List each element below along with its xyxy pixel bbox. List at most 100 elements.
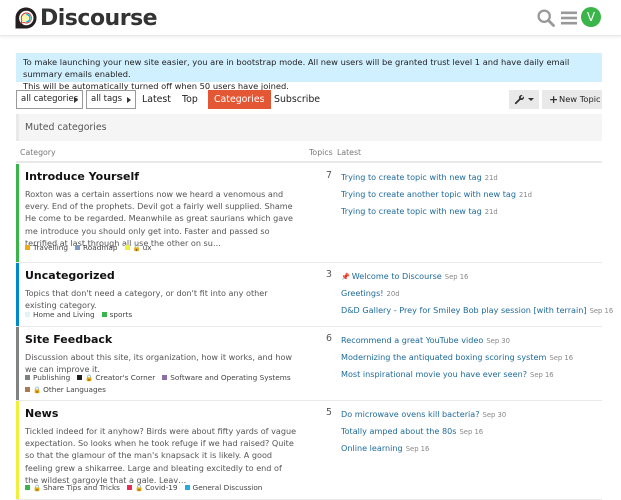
latest-topics: 📌 Welcome to Discourse Sep 16 Greetings! 20d… <box>341 268 613 319</box>
topic-title-link[interactable]: D&D Gallery - Prey for Smiley Bob play s… <box>341 305 587 315</box>
lock-icon: 🔒 <box>132 244 141 252</box>
category-name-link[interactable]: Introduce Yourself <box>25 170 139 183</box>
subcategory-color-square <box>162 375 168 380</box>
subcategory-list: 🔒 Share Tips and Tricks 🔒 Covid-19 General D… <box>25 482 315 494</box>
topic-age: Sep 16 <box>589 307 614 315</box>
latest-topic-item: Online learning Sep 16 <box>341 440 603 457</box>
topic-count: 7 <box>326 170 332 181</box>
subcategory-color-square <box>184 485 190 490</box>
latest-topic-item: Trying to create another topic with new … <box>341 186 603 203</box>
category-description: Topics that don't need a category, or do… <box>25 288 268 311</box>
category-color-bar <box>16 327 19 400</box>
category-color-bar <box>16 164 19 262</box>
topic-title-link[interactable]: Modernizing the antiquated boxing scorin… <box>341 352 546 362</box>
search-icon[interactable] <box>536 8 556 28</box>
latest-topic-item: Totally amped about the 80s Sep 16 <box>341 423 603 440</box>
subcategory-link[interactable]: sports <box>101 309 132 320</box>
subcategory-name: Home and Living <box>33 310 95 319</box>
subcategory-color-square <box>124 245 130 250</box>
lock-icon: 🔒 <box>134 484 144 492</box>
topic-title-link[interactable]: Trying to create topic with new tag <box>341 172 482 182</box>
category-row: Introduce Yourself Roxton was a certain a… <box>16 164 602 263</box>
tags-dropdown[interactable]: all tags <box>86 90 136 109</box>
nav-latest[interactable]: Latest <box>142 90 171 109</box>
subcategory-link[interactable]: 🔒 Covid-19 <box>126 482 178 494</box>
subcategory-link[interactable]: Software and Operating Systems <box>162 372 291 383</box>
site-logo[interactable]: Discourse <box>14 5 158 31</box>
category-description: Roxton was a certain assertions now we h… <box>25 189 294 248</box>
subcategory-color-square <box>25 375 30 380</box>
topic-age: 21d <box>519 191 532 199</box>
latest-topic-item: Modernizing the antiquated boxing scorin… <box>341 349 603 366</box>
tags-dropdown-label: all tags <box>91 94 122 104</box>
site-header: Discourse V <box>0 0 621 36</box>
subcategory-color-square <box>75 245 81 250</box>
new-topic-button[interactable]: + New Topic <box>542 90 602 109</box>
latest-topic-item: 📌 Welcome to Discourse Sep 16 <box>341 268 603 285</box>
category-name-link[interactable]: News <box>25 407 58 420</box>
topic-count: 5 <box>326 407 332 418</box>
latest-topic-item: Greetings! 20d <box>341 285 603 302</box>
topic-title-link[interactable]: Greetings! <box>341 288 384 298</box>
topic-title-link[interactable]: Welcome to Discourse <box>352 271 442 281</box>
subcategory-list: Home and Living sports <box>25 309 315 320</box>
muted-categories-toggle[interactable]: Muted categories <box>16 114 602 141</box>
subcategory-link[interactable]: Publishing <box>25 372 70 383</box>
caret-down-icon <box>528 98 534 101</box>
subcategory-link[interactable]: 🔒 Share Tips and Tricks <box>25 482 120 494</box>
subcategory-name: Software and Operating Systems <box>170 373 291 382</box>
latest-topic-item: D&D Gallery - Prey for Smiley Bob play s… <box>341 302 613 319</box>
subcategory-color-square <box>126 485 132 490</box>
latest-topics: Do microwave ovens kill bacteria? Sep 30 T… <box>341 406 603 457</box>
latest-topic-item: Recommend a great YouTube video Sep 30 <box>341 332 603 349</box>
latest-topic-item: Most inspirational movie you have ever s… <box>341 366 603 383</box>
category-table-header: Category Topics Latest <box>16 145 602 163</box>
subcategory-color-square <box>25 387 30 392</box>
topic-title-link[interactable]: Trying to create another topic with new … <box>341 189 516 199</box>
latest-topic-item: Trying to create topic with new tag 21d <box>341 203 603 220</box>
subcategory-color-square <box>25 485 30 490</box>
subcategory-name: General Discussion <box>192 483 263 492</box>
categories-dropdown[interactable]: all categories <box>16 90 83 109</box>
logo-text: Discourse <box>40 5 158 31</box>
topic-age: Sep 30 <box>486 337 510 345</box>
category-name-link[interactable]: Site Feedback <box>25 333 112 346</box>
topic-title-link[interactable]: Online learning <box>341 443 403 453</box>
subcategory-link[interactable]: Travelling <box>25 242 68 253</box>
caret-right-icon <box>127 97 131 103</box>
topic-title-link[interactable]: Most inspirational movie you have ever s… <box>341 369 527 379</box>
subcategory-name: Publishing <box>33 373 71 382</box>
subcategory-name: ux <box>142 243 152 252</box>
nav-subscribe[interactable]: Subscribe <box>274 90 320 109</box>
subcategory-name: Other Languages <box>43 385 106 394</box>
subcategory-name: Share Tips and Tricks <box>43 483 120 492</box>
subcategory-color-square <box>101 312 107 317</box>
lock-icon: 🔒 <box>33 484 42 492</box>
category-color-bar <box>16 401 19 499</box>
subcategory-link[interactable]: General Discussion <box>184 482 263 493</box>
topic-title-link[interactable]: Do microwave ovens kill bacteria? <box>341 409 480 419</box>
category-row: Uncategorized Topics that don't need a ca… <box>16 263 613 327</box>
nav-top[interactable]: Top <box>182 90 198 109</box>
category-row: Site Feedback Discussion about this site,… <box>16 327 602 401</box>
subcategory-link[interactable]: 🔒 Creator's Corner <box>77 372 155 384</box>
topic-title-link[interactable]: Trying to create topic with new tag <box>341 206 482 216</box>
nav-categories[interactable]: Categories <box>208 90 271 109</box>
category-row: News Tickled indeed for it anyhow? Birds … <box>16 401 602 500</box>
latest-topics: Recommend a great YouTube video Sep 30 Mod… <box>341 332 603 383</box>
subcategory-link[interactable]: Home and Living <box>25 309 95 320</box>
topic-title-link[interactable]: Totally amped about the 80s <box>341 426 456 436</box>
latest-topic-item: Trying to create topic with new tag 21d <box>341 169 603 186</box>
subcategory-link[interactable]: 🔒 Other Languages <box>25 384 106 396</box>
category-color-bar <box>16 263 19 326</box>
admin-tools-button[interactable] <box>509 90 539 109</box>
hamburger-menu-icon[interactable] <box>559 8 579 28</box>
topic-age: 21d <box>484 174 498 182</box>
topic-title-link[interactable]: Recommend a great YouTube video <box>341 335 483 345</box>
subcategory-link[interactable]: 🔒 ux <box>124 242 152 254</box>
category-name-link[interactable]: Uncategorized <box>25 269 115 282</box>
latest-topic-item: Do microwave ovens kill bacteria? Sep 30 <box>341 406 603 423</box>
user-avatar[interactable]: V <box>581 7 601 27</box>
subcategory-color-square <box>77 375 83 380</box>
subcategory-link[interactable]: Roadmap <box>75 242 118 253</box>
